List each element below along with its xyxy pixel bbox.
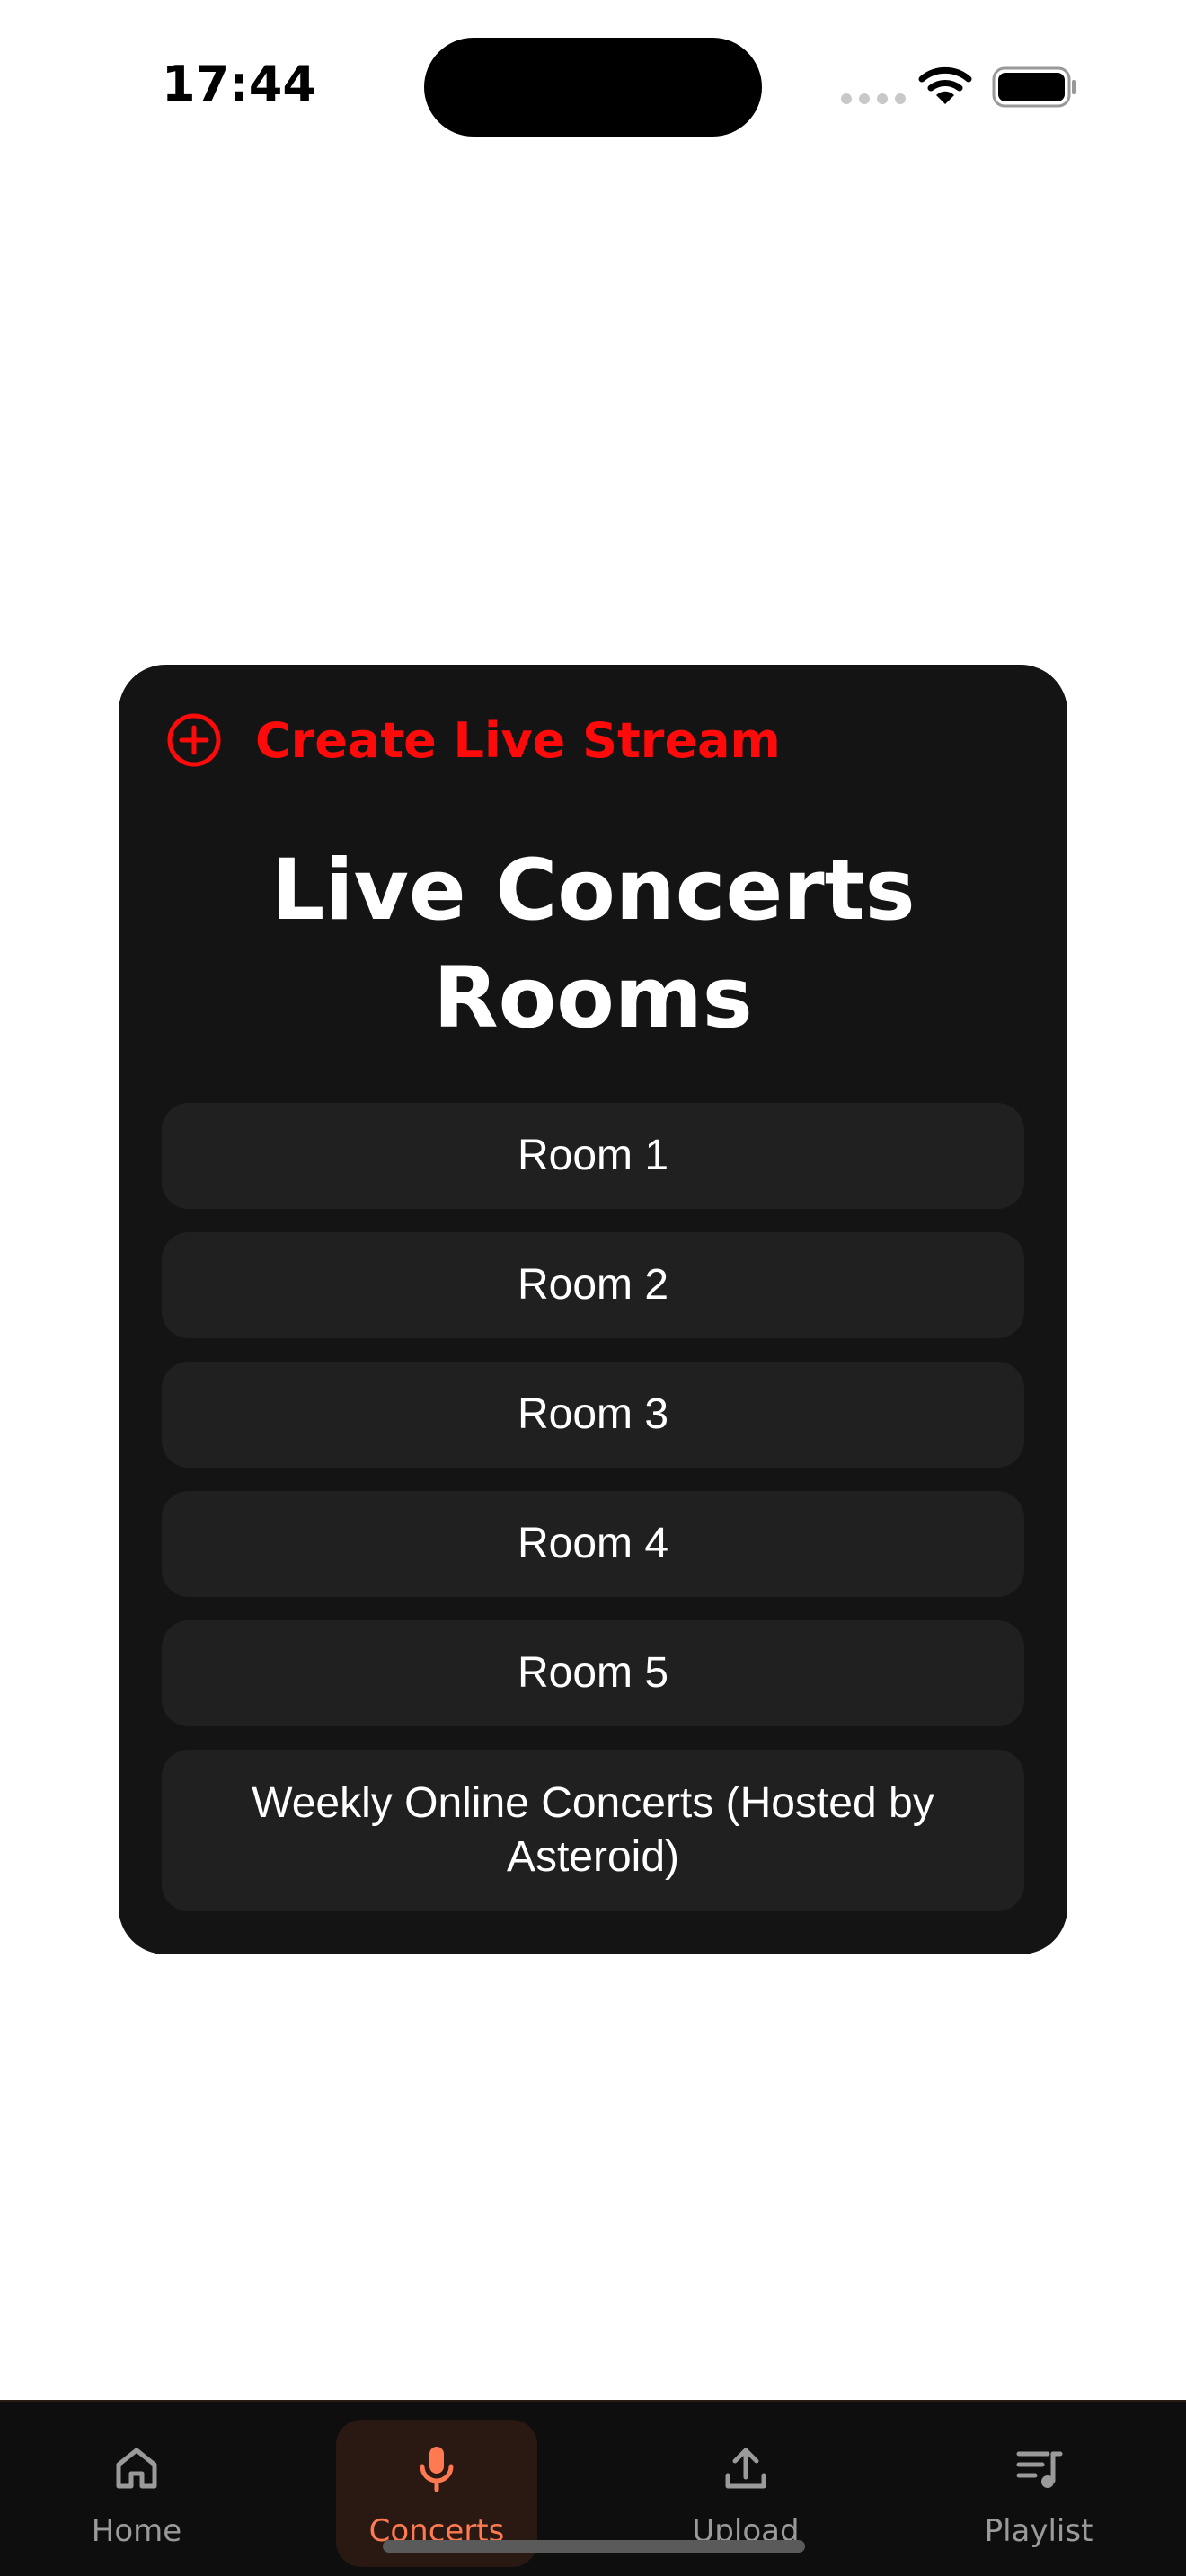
nav-home-label: Home xyxy=(91,2513,182,2549)
home-icon xyxy=(116,2448,157,2489)
upload-icon xyxy=(725,2448,766,2489)
page-title-line-1: Live Concerts xyxy=(270,842,916,940)
wifi-icon xyxy=(918,66,972,104)
home-indicator xyxy=(383,2540,805,2553)
cellular-signal-icon xyxy=(841,93,906,104)
create-live-stream-label: Create Live Stream xyxy=(255,711,781,769)
room-4-button[interactable]: Room 4 xyxy=(162,1491,1024,1597)
status-time: 17:44 xyxy=(162,56,316,112)
microphone-icon xyxy=(420,2447,454,2492)
room-3-button[interactable]: Room 3 xyxy=(162,1362,1024,1468)
room-2-button[interactable]: Room 2 xyxy=(162,1232,1024,1338)
playlist-icon xyxy=(1016,2451,1063,2488)
room-5-button[interactable]: Room 5 xyxy=(162,1620,1024,1726)
battery-icon xyxy=(992,66,1076,108)
weekly-online-concerts-button[interactable]: Weekly Online Concerts (Hosted by Astero… xyxy=(162,1750,1024,1911)
live-concerts-card: Create Live Stream Live Concerts Rooms R… xyxy=(119,665,1067,1954)
page-title: Live Concerts Rooms xyxy=(119,837,1067,1053)
room-1-button[interactable]: Room 1 xyxy=(162,1103,1024,1209)
create-live-stream-button[interactable]: Create Live Stream xyxy=(165,711,781,769)
plus-circle-icon xyxy=(167,713,221,767)
room-list: Room 1 Room 2 Room 3 Room 4 Room 5 Weekl… xyxy=(162,1103,1024,1911)
page-title-line-2: Rooms xyxy=(433,949,753,1047)
nav-playlist-label: Playlist xyxy=(984,2513,1093,2549)
nav-home[interactable]: Home xyxy=(47,2402,226,2576)
nav-playlist[interactable]: Playlist xyxy=(949,2402,1128,2576)
screen: 17:44 Create Live Stream Live Concerts R… xyxy=(0,0,1186,2576)
dynamic-island xyxy=(424,38,762,137)
